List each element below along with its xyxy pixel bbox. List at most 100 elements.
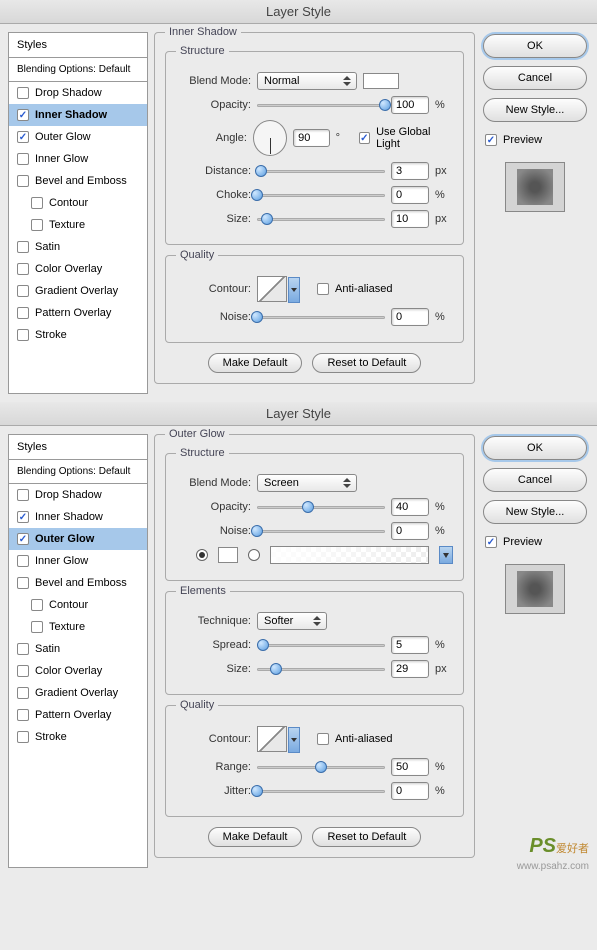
noise-slider[interactable] (257, 309, 385, 325)
new-style-button[interactable]: New Style... (483, 500, 587, 524)
style-item-outer-glow[interactable]: Outer Glow (9, 126, 147, 148)
ok-button[interactable]: OK (483, 436, 587, 460)
preview-checkbox[interactable] (485, 536, 497, 548)
style-item-satin[interactable]: Satin (9, 638, 147, 660)
preview-checkbox[interactable] (485, 134, 497, 146)
style-item-inner-glow[interactable]: Inner Glow (9, 550, 147, 572)
range-slider[interactable] (257, 759, 385, 775)
style-checkbox[interactable] (17, 665, 29, 677)
style-checkbox[interactable] (31, 621, 43, 633)
style-item-outer-glow[interactable]: Outer Glow (9, 528, 147, 550)
noise-slider[interactable] (257, 523, 385, 539)
style-item-drop-shadow[interactable]: Drop Shadow (9, 484, 147, 506)
styles-header[interactable]: Styles (9, 33, 147, 58)
angle-dial[interactable] (253, 120, 287, 156)
angle-field[interactable]: 90 (293, 129, 329, 147)
blend-mode-select[interactable]: Normal (257, 72, 357, 90)
spread-slider[interactable] (257, 637, 385, 653)
style-checkbox[interactable] (17, 731, 29, 743)
make-default-button[interactable]: Make Default (208, 827, 303, 847)
style-checkbox[interactable] (31, 599, 43, 611)
ok-button[interactable]: OK (483, 34, 587, 58)
cancel-button[interactable]: Cancel (483, 66, 587, 90)
style-checkbox[interactable] (17, 533, 29, 545)
color-swatch[interactable] (363, 73, 399, 89)
style-item-contour[interactable]: Contour (9, 594, 147, 616)
style-checkbox[interactable] (31, 219, 43, 231)
glow-color-swatch[interactable] (218, 547, 238, 563)
style-item-bevel-and-emboss[interactable]: Bevel and Emboss (9, 170, 147, 192)
style-checkbox[interactable] (17, 555, 29, 567)
size-slider[interactable] (257, 661, 385, 677)
cancel-button[interactable]: Cancel (483, 468, 587, 492)
style-item-color-overlay[interactable]: Color Overlay (9, 258, 147, 280)
blending-options[interactable]: Blending Options: Default (9, 460, 147, 484)
gradient-dropdown-icon[interactable] (439, 546, 453, 564)
style-checkbox[interactable] (17, 577, 29, 589)
style-checkbox[interactable] (17, 643, 29, 655)
styles-header[interactable]: Styles (9, 435, 147, 460)
make-default-button[interactable]: Make Default (208, 353, 303, 373)
distance-slider[interactable] (257, 163, 385, 179)
blending-options[interactable]: Blending Options: Default (9, 58, 147, 82)
style-checkbox[interactable] (31, 197, 43, 209)
style-checkbox[interactable] (17, 241, 29, 253)
opacity-slider[interactable] (257, 97, 385, 113)
opacity-field[interactable]: 40 (391, 498, 429, 516)
gradient-radio[interactable] (248, 549, 260, 561)
style-item-texture[interactable]: Texture (9, 214, 147, 236)
distance-field[interactable]: 3 (391, 162, 429, 180)
style-checkbox[interactable] (17, 263, 29, 275)
antialiased-checkbox[interactable] (317, 733, 329, 745)
spread-field[interactable]: 5 (391, 636, 429, 654)
style-item-inner-shadow[interactable]: Inner Shadow (9, 506, 147, 528)
style-item-satin[interactable]: Satin (9, 236, 147, 258)
style-item-pattern-overlay[interactable]: Pattern Overlay (9, 704, 147, 726)
jitter-slider[interactable] (257, 783, 385, 799)
technique-select[interactable]: Softer (257, 612, 327, 630)
style-checkbox[interactable] (17, 687, 29, 699)
style-checkbox[interactable] (17, 307, 29, 319)
contour-picker[interactable] (257, 276, 287, 302)
opacity-field[interactable]: 100 (391, 96, 429, 114)
reset-default-button[interactable]: Reset to Default (312, 353, 421, 373)
jitter-field[interactable]: 0 (391, 782, 429, 800)
style-item-drop-shadow[interactable]: Drop Shadow (9, 82, 147, 104)
range-field[interactable]: 50 (391, 758, 429, 776)
contour-picker[interactable] (257, 726, 287, 752)
style-item-inner-shadow[interactable]: Inner Shadow (9, 104, 147, 126)
style-checkbox[interactable] (17, 131, 29, 143)
style-item-gradient-overlay[interactable]: Gradient Overlay (9, 682, 147, 704)
blend-mode-select[interactable]: Screen (257, 474, 357, 492)
style-checkbox[interactable] (17, 109, 29, 121)
style-checkbox[interactable] (17, 511, 29, 523)
style-item-gradient-overlay[interactable]: Gradient Overlay (9, 280, 147, 302)
style-checkbox[interactable] (17, 175, 29, 187)
style-item-texture[interactable]: Texture (9, 616, 147, 638)
solid-color-radio[interactable] (196, 549, 208, 561)
opacity-slider[interactable] (257, 499, 385, 515)
choke-field[interactable]: 0 (391, 186, 429, 204)
size-field[interactable]: 10 (391, 210, 429, 228)
style-item-stroke[interactable]: Stroke (9, 324, 147, 346)
gradient-picker[interactable] (270, 546, 429, 564)
reset-default-button[interactable]: Reset to Default (312, 827, 421, 847)
style-checkbox[interactable] (17, 489, 29, 501)
style-checkbox[interactable] (17, 153, 29, 165)
size-field[interactable]: 29 (391, 660, 429, 678)
size-slider[interactable] (257, 211, 385, 227)
style-checkbox[interactable] (17, 285, 29, 297)
style-item-bevel-and-emboss[interactable]: Bevel and Emboss (9, 572, 147, 594)
style-item-stroke[interactable]: Stroke (9, 726, 147, 748)
style-item-inner-glow[interactable]: Inner Glow (9, 148, 147, 170)
noise-field[interactable]: 0 (391, 522, 429, 540)
noise-field[interactable]: 0 (391, 308, 429, 326)
style-checkbox[interactable] (17, 709, 29, 721)
style-item-pattern-overlay[interactable]: Pattern Overlay (9, 302, 147, 324)
new-style-button[interactable]: New Style... (483, 98, 587, 122)
choke-slider[interactable] (257, 187, 385, 203)
global-light-checkbox[interactable] (359, 132, 370, 144)
style-checkbox[interactable] (17, 87, 29, 99)
style-item-contour[interactable]: Contour (9, 192, 147, 214)
antialiased-checkbox[interactable] (317, 283, 329, 295)
